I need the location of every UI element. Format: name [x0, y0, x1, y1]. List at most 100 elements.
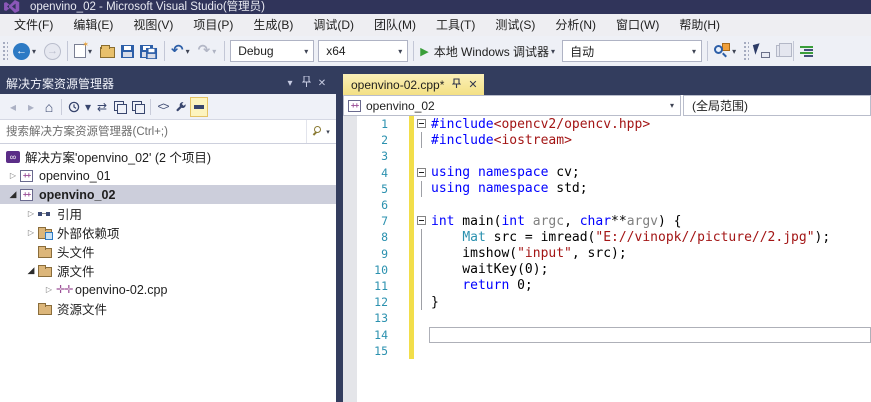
code-line-15[interactable]: 15 [343, 342, 871, 359]
expander-collapsed-icon[interactable]: ▷ [24, 228, 38, 237]
navigate-forward-button[interactable]: → [41, 39, 64, 63]
tree-item-project-1[interactable]: ▷ ++ openvino_01 [0, 166, 336, 185]
refresh-icon[interactable] [111, 97, 129, 117]
solution-configuration-dropdown[interactable]: Debug ▾ [230, 40, 315, 62]
code-line-8[interactable]: 8 Mat src = imread("E://vinopk//picture/… [343, 229, 871, 246]
code-line-4[interactable]: 4 using namespace cv; [343, 164, 871, 181]
redo-dropdown-caret-icon[interactable]: ▾ [210, 47, 218, 56]
attach-mode-dropdown[interactable]: 自动 ▾ [562, 40, 703, 62]
preview-selected-items-toggle[interactable] [190, 96, 208, 117]
pin-icon[interactable] [452, 77, 462, 92]
code-line-9[interactable]: 9 imshow("input", src); [343, 245, 871, 262]
search-options-button[interactable]: ▾ [306, 120, 336, 143]
code-line-5[interactable]: 5 using namespace std; [343, 180, 871, 197]
close-icon[interactable]: ✕ [468, 78, 477, 91]
outlining-margin[interactable] [414, 165, 431, 181]
solution-explorer-header[interactable]: 解决方案资源管理器 ▾ ✕ [0, 72, 336, 94]
solution-platform-dropdown[interactable]: x64 ▾ [318, 40, 409, 62]
find-in-files-button[interactable]: ▾ [711, 39, 741, 63]
line-operations-button[interactable] [797, 39, 816, 63]
back-dropdown-caret-icon[interactable]: ▾ [30, 47, 38, 56]
code-line-2[interactable]: 2 #include<iostream> [343, 132, 871, 149]
tree-item-folder-5[interactable]: 头文件 [0, 242, 336, 261]
menu-item-10[interactable]: 窗口(W) [606, 14, 669, 36]
chevron-down-icon: ▾ [692, 46, 697, 56]
back-icon[interactable]: ◂ [4, 97, 22, 117]
tree-item-references-3[interactable]: ▷ 引用 [0, 204, 336, 223]
forward-icon[interactable]: ▸ [22, 97, 40, 117]
save-all-button[interactable] [137, 39, 161, 63]
undo-button[interactable]: ↶ ▾ [168, 39, 195, 63]
tree-item-folder-6[interactable]: ◢ 源文件 [0, 261, 336, 280]
menu-item-5[interactable]: 调试(D) [303, 14, 364, 36]
tree-item-folder-8[interactable]: 资源文件 [0, 299, 336, 318]
outlining-margin[interactable] [414, 116, 431, 132]
code-line-3[interactable]: 3 [343, 148, 871, 165]
redo-button[interactable]: ↷ ▾ [195, 39, 222, 63]
document-tab[interactable]: openvino-02.cpp* ✕ [343, 74, 484, 95]
pin-icon[interactable] [298, 75, 314, 90]
view-code-icon[interactable]: <> [154, 97, 172, 117]
outlining-margin [414, 310, 431, 326]
toolbar-grip[interactable] [743, 41, 750, 61]
expander-collapsed-icon[interactable]: ▷ [6, 171, 20, 180]
tree-item-cpp-file-7[interactable]: ▷ ✛✛ openvino-02.cpp [0, 280, 336, 299]
new-file-button[interactable]: ▾ [71, 39, 97, 63]
sync-with-active-document-icon[interactable]: ⇄ [93, 97, 111, 117]
home-icon[interactable]: ⌂ [40, 97, 58, 117]
line-number: 15 [374, 343, 388, 358]
code-editor[interactable]: 1 #include<opencv2/opencv.hpp> 2 #include<i… [343, 116, 871, 402]
panel-splitter[interactable] [336, 66, 343, 402]
menu-item-3[interactable]: 项目(P) [183, 14, 243, 36]
navigate-back-button[interactable]: ← ▾ [10, 39, 41, 63]
tree-item-solution-0[interactable]: ∞ 解决方案'openvino_02' (2 个项目) [0, 147, 336, 166]
search-input[interactable] [0, 120, 306, 143]
debugger-dropdown-caret-icon[interactable]: ▾ [549, 47, 557, 56]
save-button[interactable] [118, 39, 137, 63]
code-text: } [431, 294, 439, 310]
menu-item-8[interactable]: 测试(S) [485, 14, 545, 36]
paste-button[interactable] [773, 39, 793, 63]
code-line-13[interactable]: 13 [343, 310, 871, 327]
toolbar-grip[interactable] [2, 41, 8, 61]
expander-collapsed-icon[interactable]: ▷ [24, 209, 38, 218]
code-line-6[interactable]: 6 [343, 196, 871, 214]
expander-expanded-icon[interactable]: ◢ [6, 189, 20, 200]
tree-item-ext-deps-4[interactable]: ▷ 外部依赖项 [0, 223, 336, 242]
menu-item-6[interactable]: 团队(M) [364, 14, 426, 36]
pending-changes-filter-icon[interactable] [65, 97, 83, 117]
code-line-14[interactable]: 14 [343, 326, 871, 343]
expander-collapsed-icon[interactable]: ▷ [42, 285, 56, 294]
start-debugging-button[interactable]: ▶ 本地 Windows 调试器 ▾ [417, 39, 560, 63]
menu-item-7[interactable]: 工具(T) [426, 14, 485, 36]
menu-item-11[interactable]: 帮助(H) [669, 14, 730, 36]
close-icon[interactable]: ✕ [314, 78, 330, 89]
outlining-margin[interactable] [414, 213, 431, 229]
scope-dropdown[interactable]: (全局范围) [683, 95, 871, 116]
properties-wrench-icon[interactable] [172, 97, 190, 117]
expander-expanded-icon[interactable]: ◢ [24, 265, 38, 276]
code-line-11[interactable]: 11 return 0; [343, 277, 871, 295]
external-dependencies-icon [38, 226, 53, 240]
project-dropdown[interactable]: ++ openvino_02 ▾ [343, 95, 681, 116]
menu-item-0[interactable]: 文件(F) [4, 14, 63, 36]
collapse-all-icon[interactable] [129, 97, 147, 117]
code-line-10[interactable]: 10 waitKey(0); [343, 261, 871, 278]
code-line-1[interactable]: 1 #include<opencv2/opencv.hpp> [343, 116, 871, 133]
navigate-to-button[interactable] [751, 39, 773, 63]
menu-item-9[interactable]: 分析(N) [545, 14, 606, 36]
code-line-7[interactable]: 7 int main(int argc, char**argv) { [343, 213, 871, 230]
window-position-chevron-icon[interactable]: ▾ [282, 78, 298, 89]
menu-item-2[interactable]: 视图(V) [123, 14, 183, 36]
find-dropdown-caret-icon[interactable]: ▾ [730, 47, 738, 56]
undo-dropdown-caret-icon[interactable]: ▾ [184, 47, 192, 56]
tree-item-project-2[interactable]: ◢ ++ openvino_02 [0, 185, 336, 204]
open-file-button[interactable] [97, 39, 118, 63]
filter-dropdown-caret-icon[interactable]: ▾ [83, 97, 93, 117]
solution-icon: ∞ [6, 150, 20, 163]
toolbar-separator [707, 41, 709, 61]
menu-item-1[interactable]: 编辑(E) [63, 14, 123, 36]
chevron-down-icon: ▾ [669, 101, 674, 110]
menu-item-4[interactable]: 生成(B) [243, 14, 303, 36]
code-line-12[interactable]: 12} [343, 294, 871, 311]
